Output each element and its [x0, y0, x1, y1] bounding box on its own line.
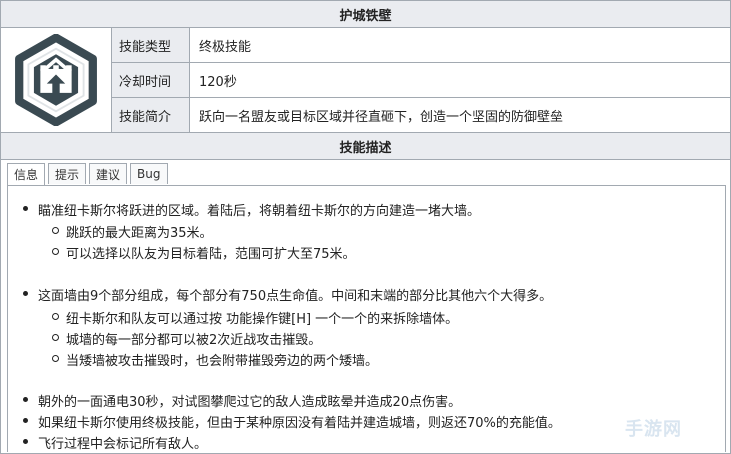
tab-bug[interactable]: Bug: [130, 163, 168, 184]
info-value: 120秒: [199, 74, 237, 90]
skill-infobox: 护城铁壁 技能类型 终极技能 冷却时间 120秒 技能简介 跃向一名盟友或目标区…: [0, 0, 731, 454]
info-value: 跃向一名盟友或目标区域并径直砸下，创造一个坚固的防御壁垒: [199, 109, 564, 125]
section-title: 技能描述: [1, 133, 730, 160]
skill-title: 护城铁壁: [1, 1, 730, 28]
list-item: 如果纽卡斯尔使用终极技能，但由于某种原因没有着陆并建造城墙，则返还70%的充能值…: [23, 412, 561, 431]
list-item: 纽卡斯尔和队友可以通过按 功能操作键[H] 一个一个的来拆除墙体。: [51, 308, 458, 327]
tab-bar: 信息 提示 建议 Bug: [7, 163, 171, 185]
list-item: 跳跃的最大距离为35米。: [52, 222, 213, 241]
info-label: 技能简介: [112, 98, 190, 132]
info-row-cooldown: 冷却时间 120秒: [112, 63, 730, 98]
info-value: 终极技能: [199, 39, 252, 55]
list-item: 当矮墙被攻击摧毁时，也会附带摧毁旁边的两个矮墙。: [51, 350, 378, 369]
watermark: 手游网: [625, 419, 682, 440]
list-item: 可以选择以队友为目标着陆，范围可扩大至75米。: [52, 243, 356, 262]
tab-advice[interactable]: 建议: [89, 163, 128, 184]
list-item: 飞行过程中会标记所有敌人。: [22, 433, 207, 452]
list-item: 瞄准纽卡斯尔将跃进的区域。着陆后，将朝着纽卡斯尔的方向建造一堵大墙。: [22, 200, 480, 219]
tab-info[interactable]: 信息: [7, 163, 46, 185]
fortified-wall-hexagon-icon: [15, 34, 97, 126]
list-item: 城墙的每一部分都可以被2次近战攻击摧毁。: [51, 329, 321, 348]
skill-icon-cell: [1, 28, 112, 133]
info-label: 冷却时间: [112, 63, 190, 97]
list-item: 朝外的一面通电30秒，对试图攀爬过它的敌人造成眩晕并造成20点伤害。: [22, 391, 461, 410]
tab-panel-info: 瞄准纽卡斯尔将跃进的区域。着陆后，将朝着纽卡斯尔的方向建造一堵大墙。 跳跃的最大…: [7, 185, 726, 452]
tab-tips[interactable]: 提示: [48, 163, 87, 184]
info-label: 技能类型: [112, 28, 190, 62]
info-row-skill-type: 技能类型 终极技能: [112, 28, 730, 63]
list-item: 这面墙由9个部分组成，每个部分有750点生命值。中间和末端的部分比其他六个大得多…: [22, 285, 552, 304]
info-row-summary: 技能简介 跃向一名盟友或目标区域并径直砸下，创造一个坚固的防御壁垒: [112, 98, 730, 133]
